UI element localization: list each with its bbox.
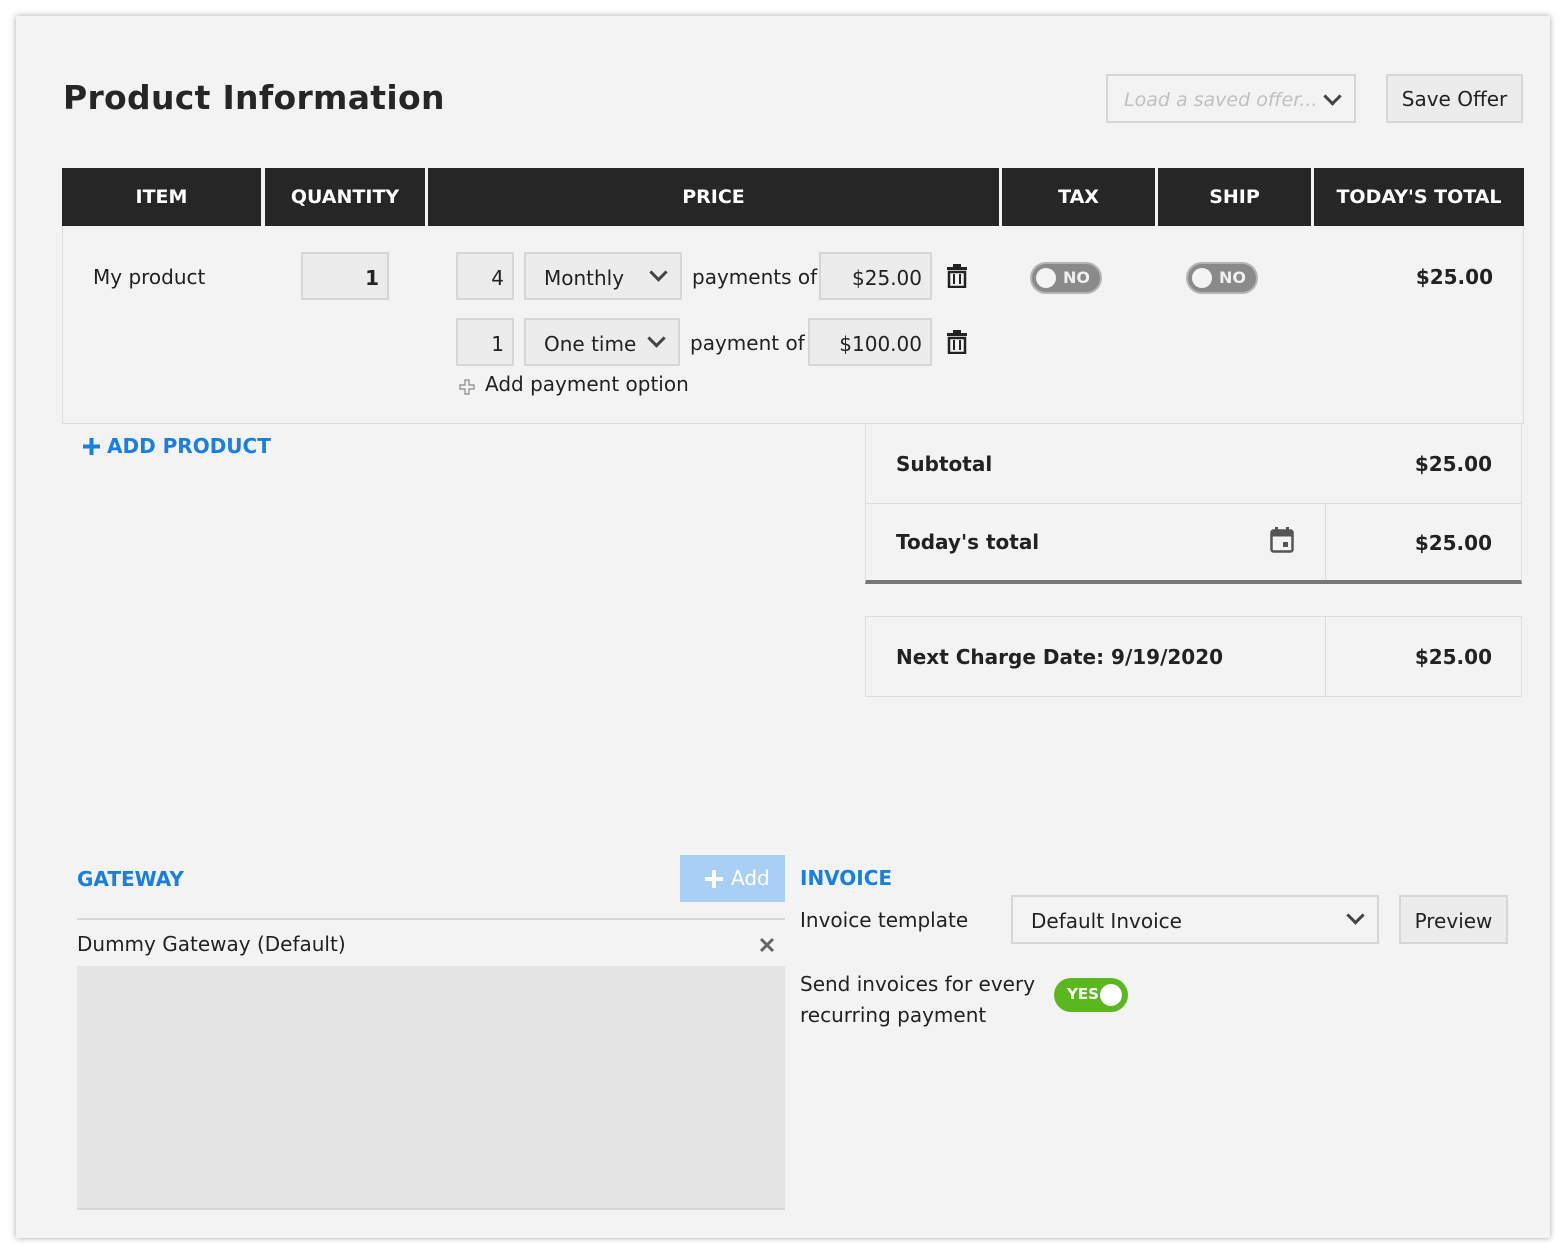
payment-frequency-value: Monthly: [544, 266, 625, 290]
invoice-template-value: Default Invoice: [1031, 909, 1182, 933]
header-item: ITEM: [62, 168, 261, 226]
send-invoices-label-line1: Send invoices for every: [800, 972, 1036, 996]
toggle-knob: [1100, 984, 1122, 1006]
tax-toggle-label: NO: [1063, 268, 1090, 287]
load-saved-offer-select[interactable]: Load a saved offer...: [1106, 74, 1356, 123]
invoice-template-label: Invoice template: [800, 908, 969, 932]
trash-icon[interactable]: [947, 264, 967, 288]
save-offer-button[interactable]: Save Offer: [1386, 74, 1523, 123]
ship-toggle[interactable]: NO: [1186, 262, 1258, 294]
product-table-header: ITEM QUANTITY PRICE TAX SHIP TODAY'S TOT…: [62, 168, 1524, 226]
add-payment-option-label: Add payment option: [485, 372, 689, 396]
payment-count-input[interactable]: 1: [456, 318, 514, 366]
invoice-template-select[interactable]: Default Invoice: [1011, 895, 1379, 944]
payment-count-input[interactable]: 4: [456, 252, 514, 300]
chevron-down-icon: [649, 263, 668, 282]
product-row: My product 1 4 Monthly payments of $25.0…: [62, 226, 1524, 424]
gateway-divider: [77, 918, 785, 920]
payment-of-label: payment of: [690, 331, 805, 355]
header-tax: TAX: [1002, 168, 1155, 226]
calendar-icon[interactable]: [1270, 527, 1294, 553]
payment-frequency-value: One time: [544, 332, 637, 356]
toggle-knob: [1192, 268, 1212, 288]
header-todays-total: TODAY'S TOTAL: [1314, 168, 1524, 226]
totals-summary: Subtotal $25.00 Today's total $25.00: [865, 424, 1522, 584]
gateway-item[interactable]: Dummy Gateway (Default): [77, 932, 346, 956]
plus-icon: [83, 438, 100, 455]
summary-column-divider: [1325, 617, 1326, 696]
add-gateway-button[interactable]: Add: [680, 855, 785, 902]
chevron-down-icon: [1346, 906, 1365, 925]
payments-of-label: payments of: [692, 265, 818, 289]
add-product-label: ADD PRODUCT: [107, 434, 271, 458]
send-invoices-toggle[interactable]: YES: [1054, 978, 1128, 1012]
ship-toggle-label: NO: [1219, 268, 1246, 287]
next-charge-summary: Next Charge Date: 9/19/2020 $25.00: [865, 616, 1522, 697]
subtotal-label: Subtotal: [896, 452, 993, 476]
header-price: PRICE: [428, 168, 999, 226]
page-title: Product Information: [63, 78, 445, 117]
payment-amount-input[interactable]: $25.00: [819, 252, 932, 300]
toggle-knob: [1036, 268, 1056, 288]
chevron-down-icon: [647, 329, 666, 348]
preview-button[interactable]: Preview: [1399, 895, 1508, 944]
invoice-heading: INVOICE: [800, 866, 893, 890]
summary-column-divider: [1325, 503, 1326, 580]
tax-toggle[interactable]: NO: [1030, 262, 1102, 294]
next-charge-label: Next Charge Date: 9/19/2020: [896, 645, 1224, 669]
plus-outline-icon: [459, 379, 475, 395]
chevron-down-icon: [1323, 87, 1342, 106]
load-saved-offer-placeholder: Load a saved offer...: [1124, 89, 1318, 111]
subtotal-value: $25.00: [1414, 452, 1492, 476]
add-gateway-label: Add: [731, 866, 770, 890]
product-todays-total: $25.00: [1415, 265, 1493, 289]
payment-frequency-select[interactable]: Monthly: [524, 252, 682, 300]
send-invoices-label-line2: recurring payment: [800, 1003, 987, 1027]
product-information-panel: Product Information Load a saved offer..…: [16, 16, 1550, 1238]
product-name: My product: [93, 265, 206, 289]
payment-frequency-select[interactable]: One time: [524, 318, 680, 366]
header-ship: SHIP: [1158, 168, 1311, 226]
payment-amount-input[interactable]: $100.00: [808, 318, 932, 366]
todays-total-value: $25.00: [1414, 531, 1492, 555]
summary-divider: [866, 503, 1521, 504]
gateway-heading: GATEWAY: [77, 867, 184, 891]
trash-icon[interactable]: [947, 330, 967, 354]
quantity-input[interactable]: 1: [301, 252, 389, 300]
plus-icon: [705, 870, 723, 888]
close-icon[interactable]: [759, 937, 775, 953]
header-quantity: QUANTITY: [265, 168, 425, 226]
todays-total-label: Today's total: [896, 530, 1040, 554]
next-charge-value: $25.00: [1414, 645, 1492, 669]
send-invoices-toggle-label: YES: [1067, 985, 1099, 1003]
gateway-details-area: [77, 966, 785, 1210]
